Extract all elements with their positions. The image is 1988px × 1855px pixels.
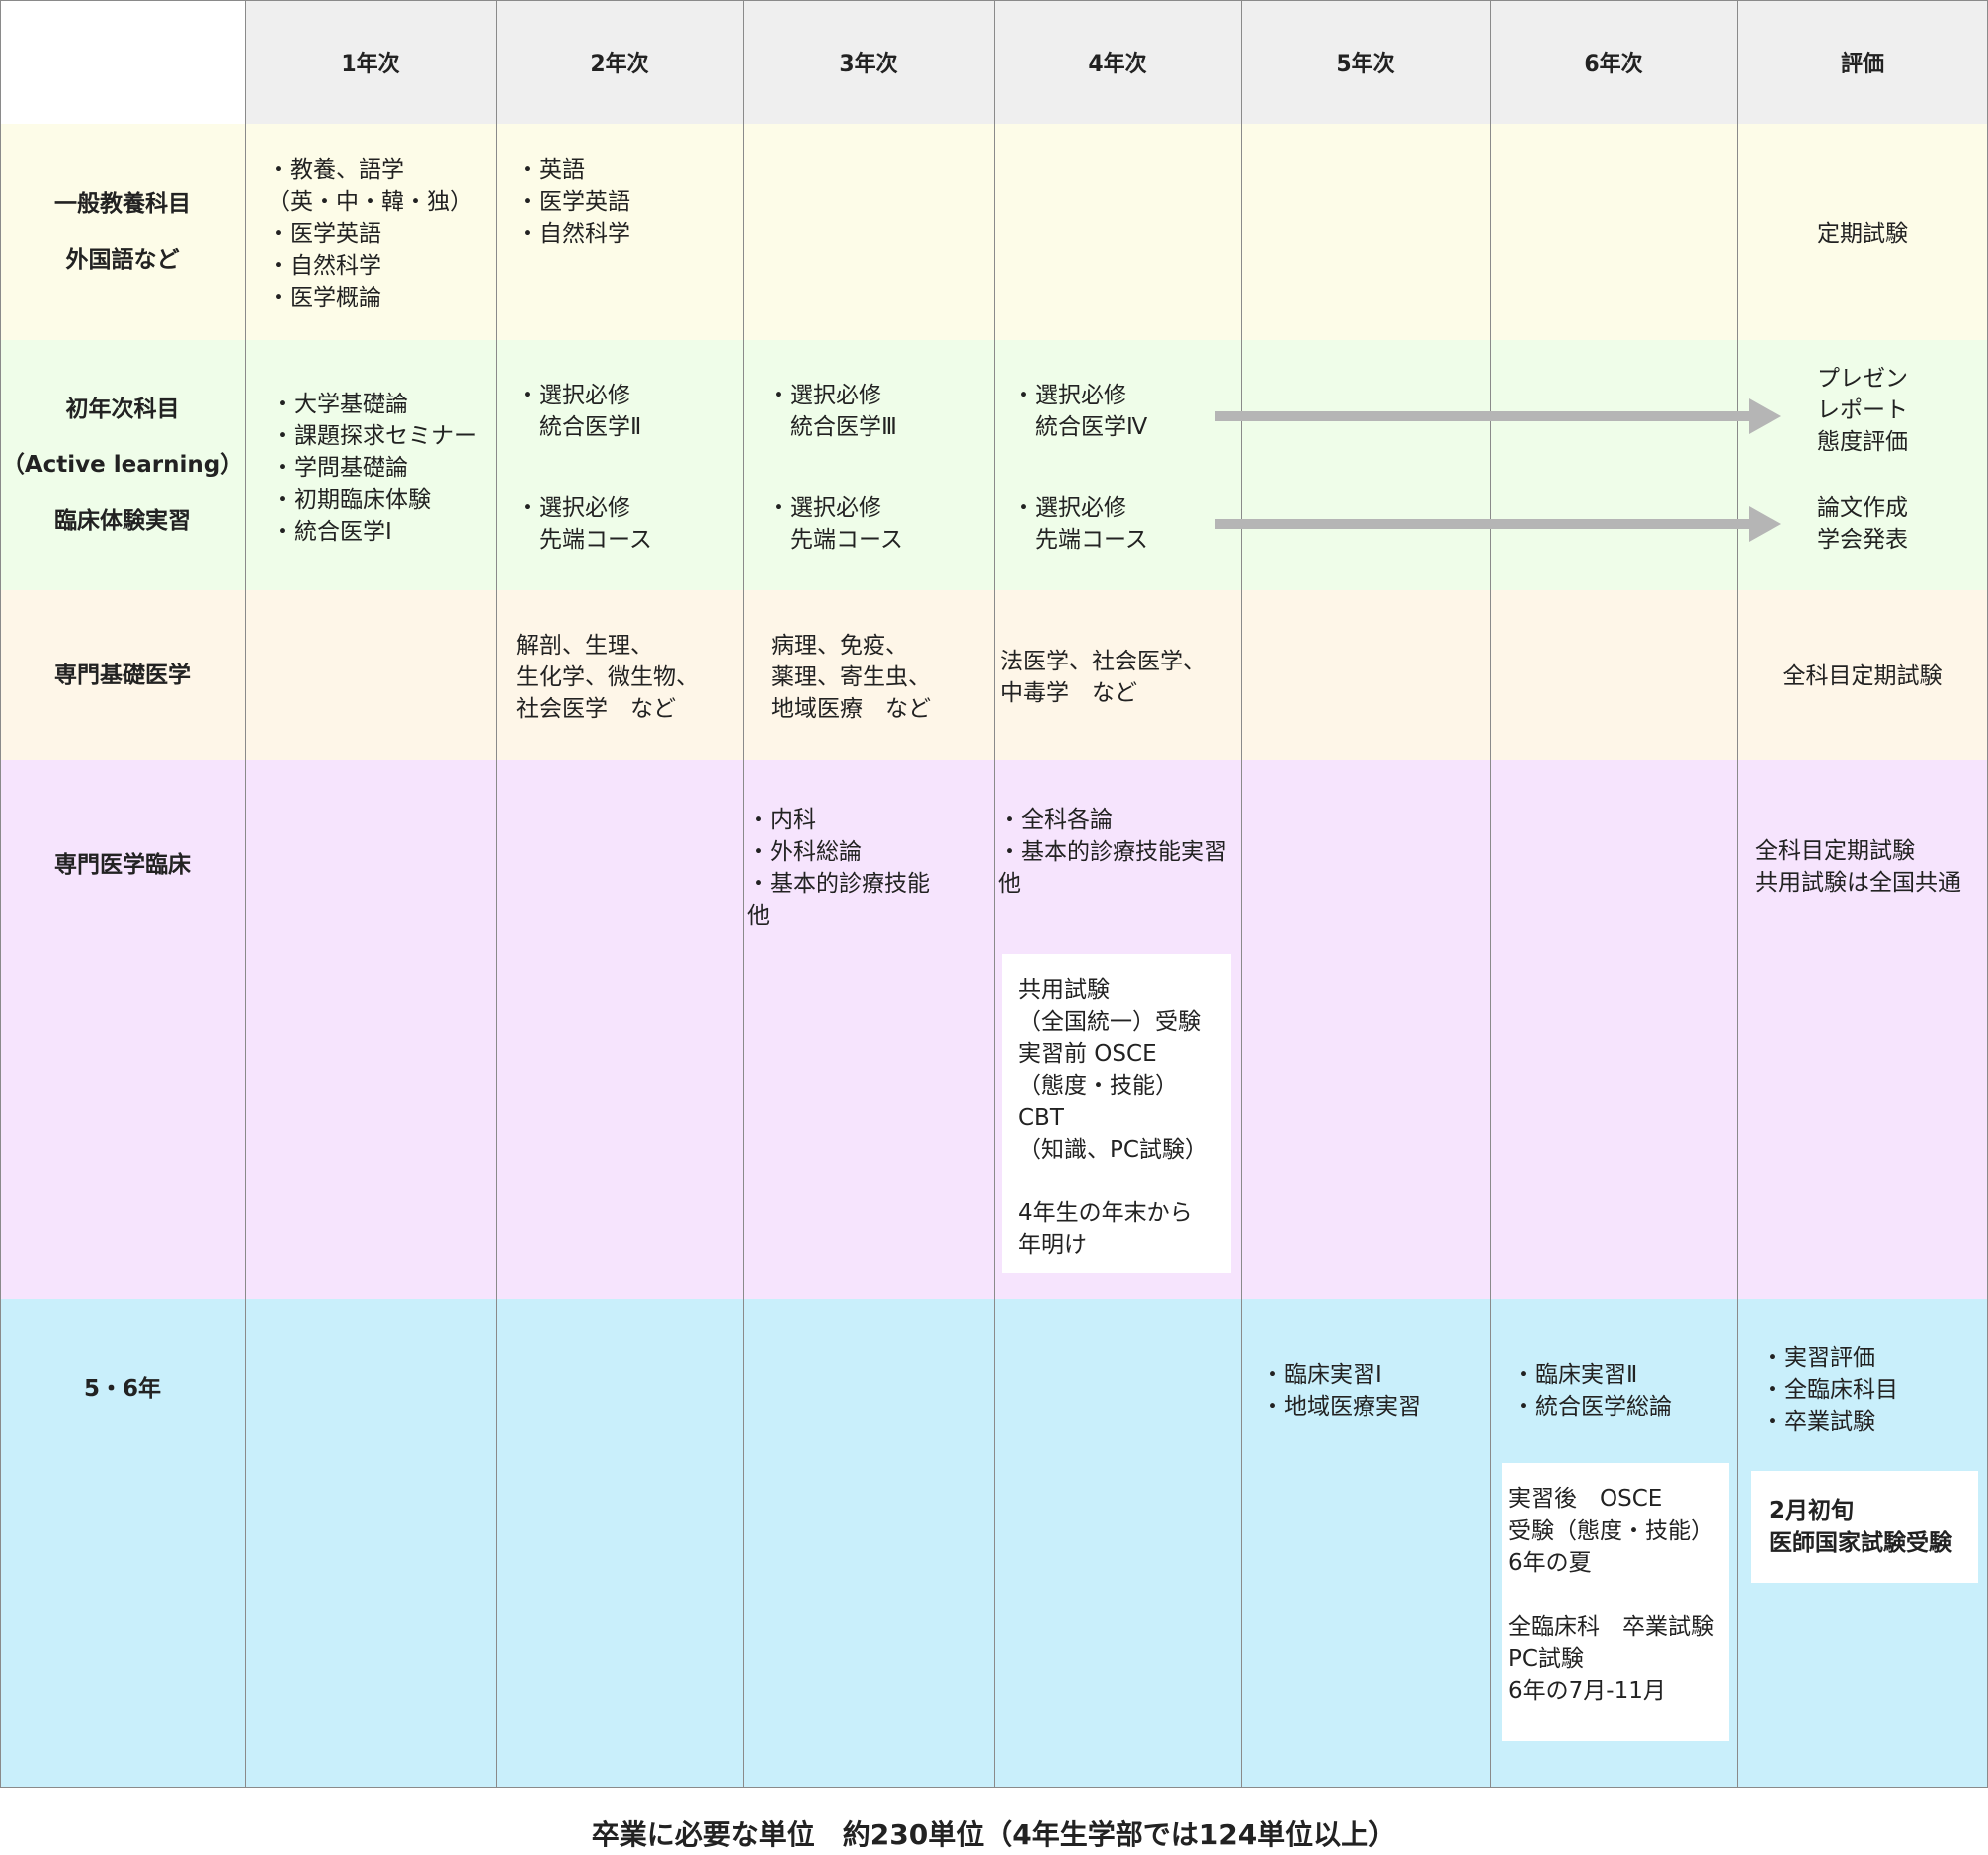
clinical-y3-cell: ・内科・外科総論・基本的診療技能他 xyxy=(747,804,930,931)
text-line: ・臨床実習Ⅱ xyxy=(1512,1362,1638,1388)
text-line: 受験（態度・技能） xyxy=(1508,1518,1714,1544)
text-line: ・統合医学総論 xyxy=(1512,1394,1672,1420)
text-line: PC試験 xyxy=(1508,1646,1584,1672)
text-line: 全科目定期試験 xyxy=(1782,663,1943,689)
text-line: 法医学、社会医学、 xyxy=(1000,649,1206,674)
upper-y6-cell: ・臨床実習Ⅱ ・統合医学総論 xyxy=(1512,1359,1672,1423)
graduation-credits-note: 卒業に必要な単位 約230単位（4年生学部では124単位以上） xyxy=(591,1818,1397,1851)
text-line xyxy=(1508,1579,1723,1611)
curriculum-table: 1年次 2年次 3年次 4年次 5年次 6年次 評価 一般教養科目 外国語など 初… xyxy=(0,0,1988,1788)
arrow-elective xyxy=(1215,398,1781,434)
text-line: 2月初旬 xyxy=(1769,1498,1855,1524)
text-line: ・基本的診療技能実習 xyxy=(998,839,1227,865)
text-line: 実習後 OSCE xyxy=(1508,1486,1663,1512)
text-line: CBT xyxy=(1018,1105,1064,1131)
text-line: 他 xyxy=(998,871,1021,897)
text-line: ・全臨床科目 xyxy=(1761,1377,1898,1403)
text-line: ・基本的診療技能 xyxy=(747,871,930,897)
text-line: （態度・技能） xyxy=(1018,1073,1178,1099)
text-line: 病理、免疫、 xyxy=(771,633,908,659)
text-line: ・外科総論 xyxy=(747,839,862,865)
text-line: 共用試験は全国共通 xyxy=(1755,870,1961,896)
text-line xyxy=(1018,1166,1215,1197)
upper-eval-cell: ・実習評価・全臨床科目 ・卒業試験 xyxy=(1761,1342,1898,1438)
text-line: 医師国家試験受験 xyxy=(1769,1530,1952,1556)
text-line: 6年の夏 xyxy=(1508,1550,1592,1576)
text-line: 薬理、寄生虫、 xyxy=(771,664,931,690)
text-line: 全臨床科 卒業試験 xyxy=(1508,1614,1714,1640)
basic-y2-cell: 解剖、生理、生化学、微生物、 社会医学 など xyxy=(516,630,699,725)
text-line: （全国統一）受験 xyxy=(1018,1009,1201,1035)
text-line: ・内科 xyxy=(747,807,816,833)
text-line: 6年の7月-11月 xyxy=(1508,1678,1666,1704)
text-line: ・地域医療実習 xyxy=(1261,1394,1421,1420)
text-line: 他 xyxy=(747,903,770,928)
upper-y5-cell: ・臨床実習Ⅰ ・地域医療実習 xyxy=(1261,1359,1421,1423)
clinical-y4-cell: ・全科各論・基本的診療技能実習他 xyxy=(998,804,1227,900)
text-line: 地域医療 など xyxy=(771,696,931,722)
text-line: 解剖、生理、 xyxy=(516,633,653,659)
clinical-eval-cell: 全科目定期試験共用試験は全国共通 xyxy=(1755,835,1961,899)
text-line: 全科目定期試験 xyxy=(1755,838,1915,864)
text-line: 実習前 OSCE xyxy=(1018,1041,1157,1067)
common-exam-box: 共用試験 （全国統一）受験 実習前 OSCE （態度・技能） CBT （知識、PC試験） 4… xyxy=(1002,954,1231,1273)
text-line: ・臨床実習Ⅰ xyxy=(1261,1362,1382,1388)
text-line: 共用試験 xyxy=(1018,977,1110,1003)
arrow-advanced xyxy=(1215,506,1781,542)
text-line: ・卒業試験 xyxy=(1761,1409,1875,1435)
text-line: 社会医学 など xyxy=(516,696,676,722)
post-practice-osce-box: 実習後 OSCE 受験（態度・技能） 6年の夏全臨床科 卒業試験 PC試験 6年の7月-… xyxy=(1502,1463,1729,1741)
basic-eval-cell: 全科目定期試験 xyxy=(1737,661,1988,692)
basic-y4-cell: 法医学、社会医学、 中毒学 など xyxy=(1000,646,1206,709)
basic-y3-cell: 病理、免疫、 薬理、寄生虫、 地域医療 など xyxy=(771,630,931,725)
text-line: （知識、PC試験） xyxy=(1018,1137,1208,1163)
text-line: ・全科各論 xyxy=(998,807,1113,833)
text-line: 4年生の年末から xyxy=(1018,1200,1193,1226)
text-line: ・実習評価 xyxy=(1761,1345,1875,1371)
national-exam-box: 2月初旬医師国家試験受験 xyxy=(1751,1471,1978,1583)
text-line: 生化学、微生物、 xyxy=(516,664,699,690)
text-line: 中毒学 など xyxy=(1000,680,1137,706)
text-line: 年明け xyxy=(1018,1232,1087,1258)
